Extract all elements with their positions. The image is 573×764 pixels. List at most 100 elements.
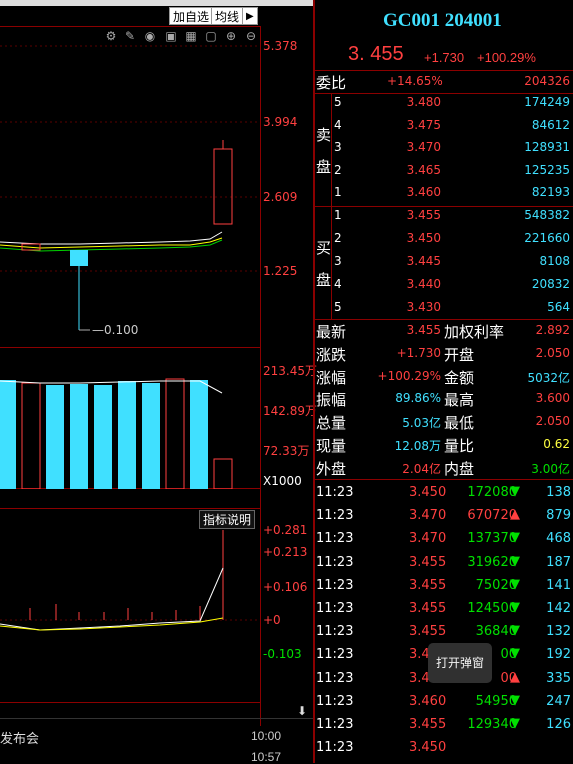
tick-direction-icon: ▼: [510, 530, 520, 546]
tick-price: 3.455: [409, 554, 447, 570]
volume-bar: [70, 384, 88, 489]
tick-count: 126: [546, 717, 571, 732]
stat-label: 加权利率: [444, 324, 505, 341]
tick-row: 11:23 3.455 124500 ▼ 142: [315, 597, 573, 620]
buy-price[interactable]: 3.440: [380, 277, 441, 291]
sell-price[interactable]: 3.470: [380, 140, 441, 154]
sell-volume: 82193: [531, 185, 570, 199]
sell-label: 盘: [316, 159, 332, 176]
sell-price[interactable]: 3.480: [380, 95, 441, 109]
price-change-pct: +100.29%: [477, 50, 536, 65]
stat-label: 最低: [444, 415, 475, 433]
last-price: 3. 455: [348, 43, 404, 65]
sell-price[interactable]: 3.460: [380, 185, 441, 199]
stat-label: 涨跌: [316, 346, 347, 364]
tick-direction-icon: ▼: [510, 576, 520, 592]
tick-direction-icon: ▲: [510, 669, 520, 685]
news-time: 10:00: [251, 729, 282, 743]
indicator-tick: +0: [263, 613, 281, 627]
buy-price[interactable]: 3.430: [380, 300, 441, 314]
tick-row: 11:23 3.455 36840 ▼ 132: [315, 620, 573, 643]
tick-row: 11:23 3.455 319620 ▼ 187: [315, 551, 573, 574]
price-change: +1.730: [424, 50, 465, 65]
volume-bar: [190, 380, 208, 489]
buy-divider: [315, 206, 573, 207]
sell-price[interactable]: 3.465: [380, 163, 441, 177]
buy-price[interactable]: 3.450: [380, 231, 441, 245]
tick-time: 11:23: [316, 693, 354, 709]
indicator-chart: [0, 530, 260, 631]
top-strip: [0, 0, 313, 6]
sell-level: 3: [334, 140, 342, 154]
tick-row: 11:23 3.450: [315, 736, 573, 759]
stat-label: 现量: [316, 438, 347, 455]
tick-time: 11:23: [316, 531, 354, 547]
stat-value: +1.730: [396, 345, 441, 360]
tick-time: 11:23: [316, 577, 354, 593]
stat-label: 外盘: [316, 460, 347, 478]
candle: [70, 250, 88, 266]
stat-value: 5.03亿: [402, 416, 441, 431]
tick-price: 3.455: [409, 577, 447, 593]
tick-time: 11:23: [316, 740, 354, 756]
buy-volume: 20832: [531, 277, 570, 291]
tick-direction-icon: ▲: [510, 507, 520, 523]
expand-arrow-button[interactable]: ▶: [242, 7, 258, 25]
stat-value: +100.29%: [377, 368, 441, 383]
stat-value: 2.892: [535, 323, 570, 337]
buy-price[interactable]: 3.455: [380, 208, 441, 222]
tick-count: 187: [546, 554, 571, 570]
news-time: 10:57: [251, 750, 282, 764]
stat-label: 量比: [444, 438, 475, 455]
buy-volume: 564: [547, 300, 570, 314]
tick-direction-icon: ▼: [510, 646, 520, 662]
buy-label: 盘: [316, 272, 332, 289]
sell-price[interactable]: 3.475: [380, 118, 441, 132]
open-popup-button[interactable]: 打开弹窗: [428, 643, 492, 683]
tick-row: 11:23 3.460 54950 ▼ 247: [315, 690, 573, 713]
stat-value: 3.455: [406, 323, 441, 337]
indicator-tick: +0.106: [263, 580, 308, 594]
volume-tick: 213.45万: [263, 364, 317, 378]
price-tick: 3.994: [263, 115, 298, 129]
moving-average-button[interactable]: 均线: [211, 7, 244, 25]
buy-volume: 8108: [539, 254, 570, 268]
tick-direction-icon: ▼: [510, 716, 520, 731]
tick-row: 11:23 3.455 129340 ▼ 126: [315, 713, 573, 736]
buy-price[interactable]: 3.445: [380, 254, 441, 268]
volume-bar: [0, 380, 16, 489]
volume-chart: [0, 378, 233, 489]
tick-count: 142: [546, 601, 571, 616]
price-tick: 5.378: [263, 39, 298, 53]
download-icon[interactable]: ⬇: [297, 704, 307, 718]
tick-count: 132: [546, 624, 571, 640]
tick-time: 11:23: [316, 624, 354, 640]
sell-volume: 84612: [531, 117, 570, 132]
tick-price: 3.455: [409, 601, 447, 616]
stats-divider: [315, 319, 573, 320]
price-tick: 1.225: [263, 264, 298, 278]
indicator-tick: +0.281: [263, 523, 308, 537]
tick-direction-icon: ▼: [510, 623, 520, 639]
sell-volume: 174249: [524, 95, 570, 109]
tick-row: 11:23 3.470 670720 ▲ 879: [315, 504, 573, 527]
buy-level: 3: [334, 254, 342, 268]
volume-tick: 72.33万: [263, 444, 310, 458]
tick-price: 3.4: [409, 647, 430, 663]
stat-value: 0.62: [543, 437, 570, 451]
ma-line-white: [0, 231, 223, 245]
news-title[interactable]: 发布会: [0, 728, 39, 747]
indicator-tick: +0.213: [263, 545, 308, 559]
indicator-tick: -0.103: [263, 647, 302, 661]
volume-bar: [94, 385, 112, 489]
low-price-label: —0.100: [92, 323, 139, 337]
stat-value: 3.00亿: [531, 461, 570, 476]
tick-direction-icon: ▼: [510, 600, 520, 615]
stat-label: 振幅: [316, 392, 347, 410]
buy-label: 买: [316, 240, 332, 257]
security-title: GC001 204001: [383, 10, 502, 31]
stat-label: 最高: [444, 392, 475, 410]
weibi-label: 委比: [316, 75, 347, 92]
add-favorite-button[interactable]: 加自选: [169, 7, 214, 25]
stat-value: 3.600: [535, 391, 570, 406]
